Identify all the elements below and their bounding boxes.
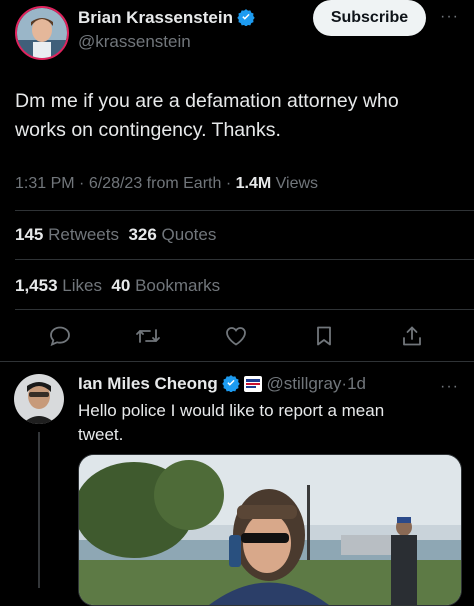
- reply-header: Ian Miles Cheong @stillgray·1d: [78, 374, 366, 397]
- reply-age[interactable]: 1d: [347, 374, 366, 393]
- views-label: Views: [275, 175, 319, 192]
- reply-icon[interactable]: [46, 322, 74, 350]
- engagement-row-1: 145 Retweets 326 Quotes: [15, 225, 216, 245]
- quotes-stat[interactable]: 326 Quotes: [128, 225, 216, 244]
- retweets-count: 145: [15, 225, 44, 244]
- share-icon[interactable]: [398, 322, 426, 350]
- meta-separator: ·: [79, 175, 85, 192]
- bookmarks-stat[interactable]: 40 Bookmarks: [111, 276, 220, 295]
- reply-media-image[interactable]: [78, 454, 462, 606]
- engagement-row-2: 1,453 Likes 40 Bookmarks: [15, 276, 220, 296]
- verified-badge-icon: [237, 8, 255, 31]
- reply-author-handle[interactable]: @stillgray: [267, 374, 342, 393]
- divider: [0, 361, 474, 362]
- affiliate-badge-icon[interactable]: [243, 376, 262, 397]
- author-avatar[interactable]: [15, 6, 69, 60]
- author-handle[interactable]: @krassenstein: [78, 32, 191, 52]
- views-count: 1.4M: [235, 175, 272, 192]
- reply-author-avatar[interactable]: [14, 374, 64, 424]
- likes-stat[interactable]: 1,453 Likes: [15, 276, 102, 295]
- tweet-source: from Earth: [146, 175, 222, 192]
- likes-count: 1,453: [15, 276, 58, 295]
- bookmarks-count: 40: [111, 276, 131, 295]
- divider: [15, 210, 474, 211]
- verified-badge-icon: [222, 374, 240, 397]
- thread-connector-line: [38, 432, 40, 588]
- author-name-text[interactable]: Brian Krassenstein: [78, 8, 233, 27]
- quotes-label: Quotes: [161, 225, 217, 244]
- divider: [15, 309, 474, 310]
- tweet-meta: 1:31 PM · 6/28/23 from Earth · 1.4M View…: [15, 175, 318, 193]
- divider: [15, 259, 474, 260]
- tweet-text: Dm me if you are a defamation attorney w…: [15, 90, 399, 141]
- likes-label: Likes: [62, 276, 102, 295]
- meta-separator: ·: [225, 175, 232, 192]
- reply-avatar-image: [14, 374, 64, 424]
- author-avatar-image: [17, 8, 67, 58]
- retweets-label: Retweets: [48, 225, 119, 244]
- retweet-icon[interactable]: [134, 322, 162, 350]
- reply-author-name[interactable]: Ian Miles Cheong: [78, 374, 218, 393]
- subscribe-button[interactable]: Subscribe: [313, 0, 426, 36]
- more-options-icon[interactable]: ···: [440, 8, 459, 26]
- quotes-count: 326: [128, 225, 157, 244]
- tweet-time[interactable]: 1:31 PM: [15, 175, 75, 192]
- reply-text: Hello police I would like to report a me…: [78, 401, 385, 444]
- author-name[interactable]: Brian Krassenstein: [78, 8, 255, 31]
- bookmark-icon[interactable]: [310, 322, 338, 350]
- media-photo: [79, 455, 461, 605]
- tweet-date[interactable]: 6/28/23: [89, 175, 142, 192]
- bookmarks-label: Bookmarks: [135, 276, 221, 295]
- retweets-stat[interactable]: 145 Retweets: [15, 225, 119, 244]
- like-icon[interactable]: [222, 322, 250, 350]
- reply-more-options-icon[interactable]: ···: [440, 378, 459, 396]
